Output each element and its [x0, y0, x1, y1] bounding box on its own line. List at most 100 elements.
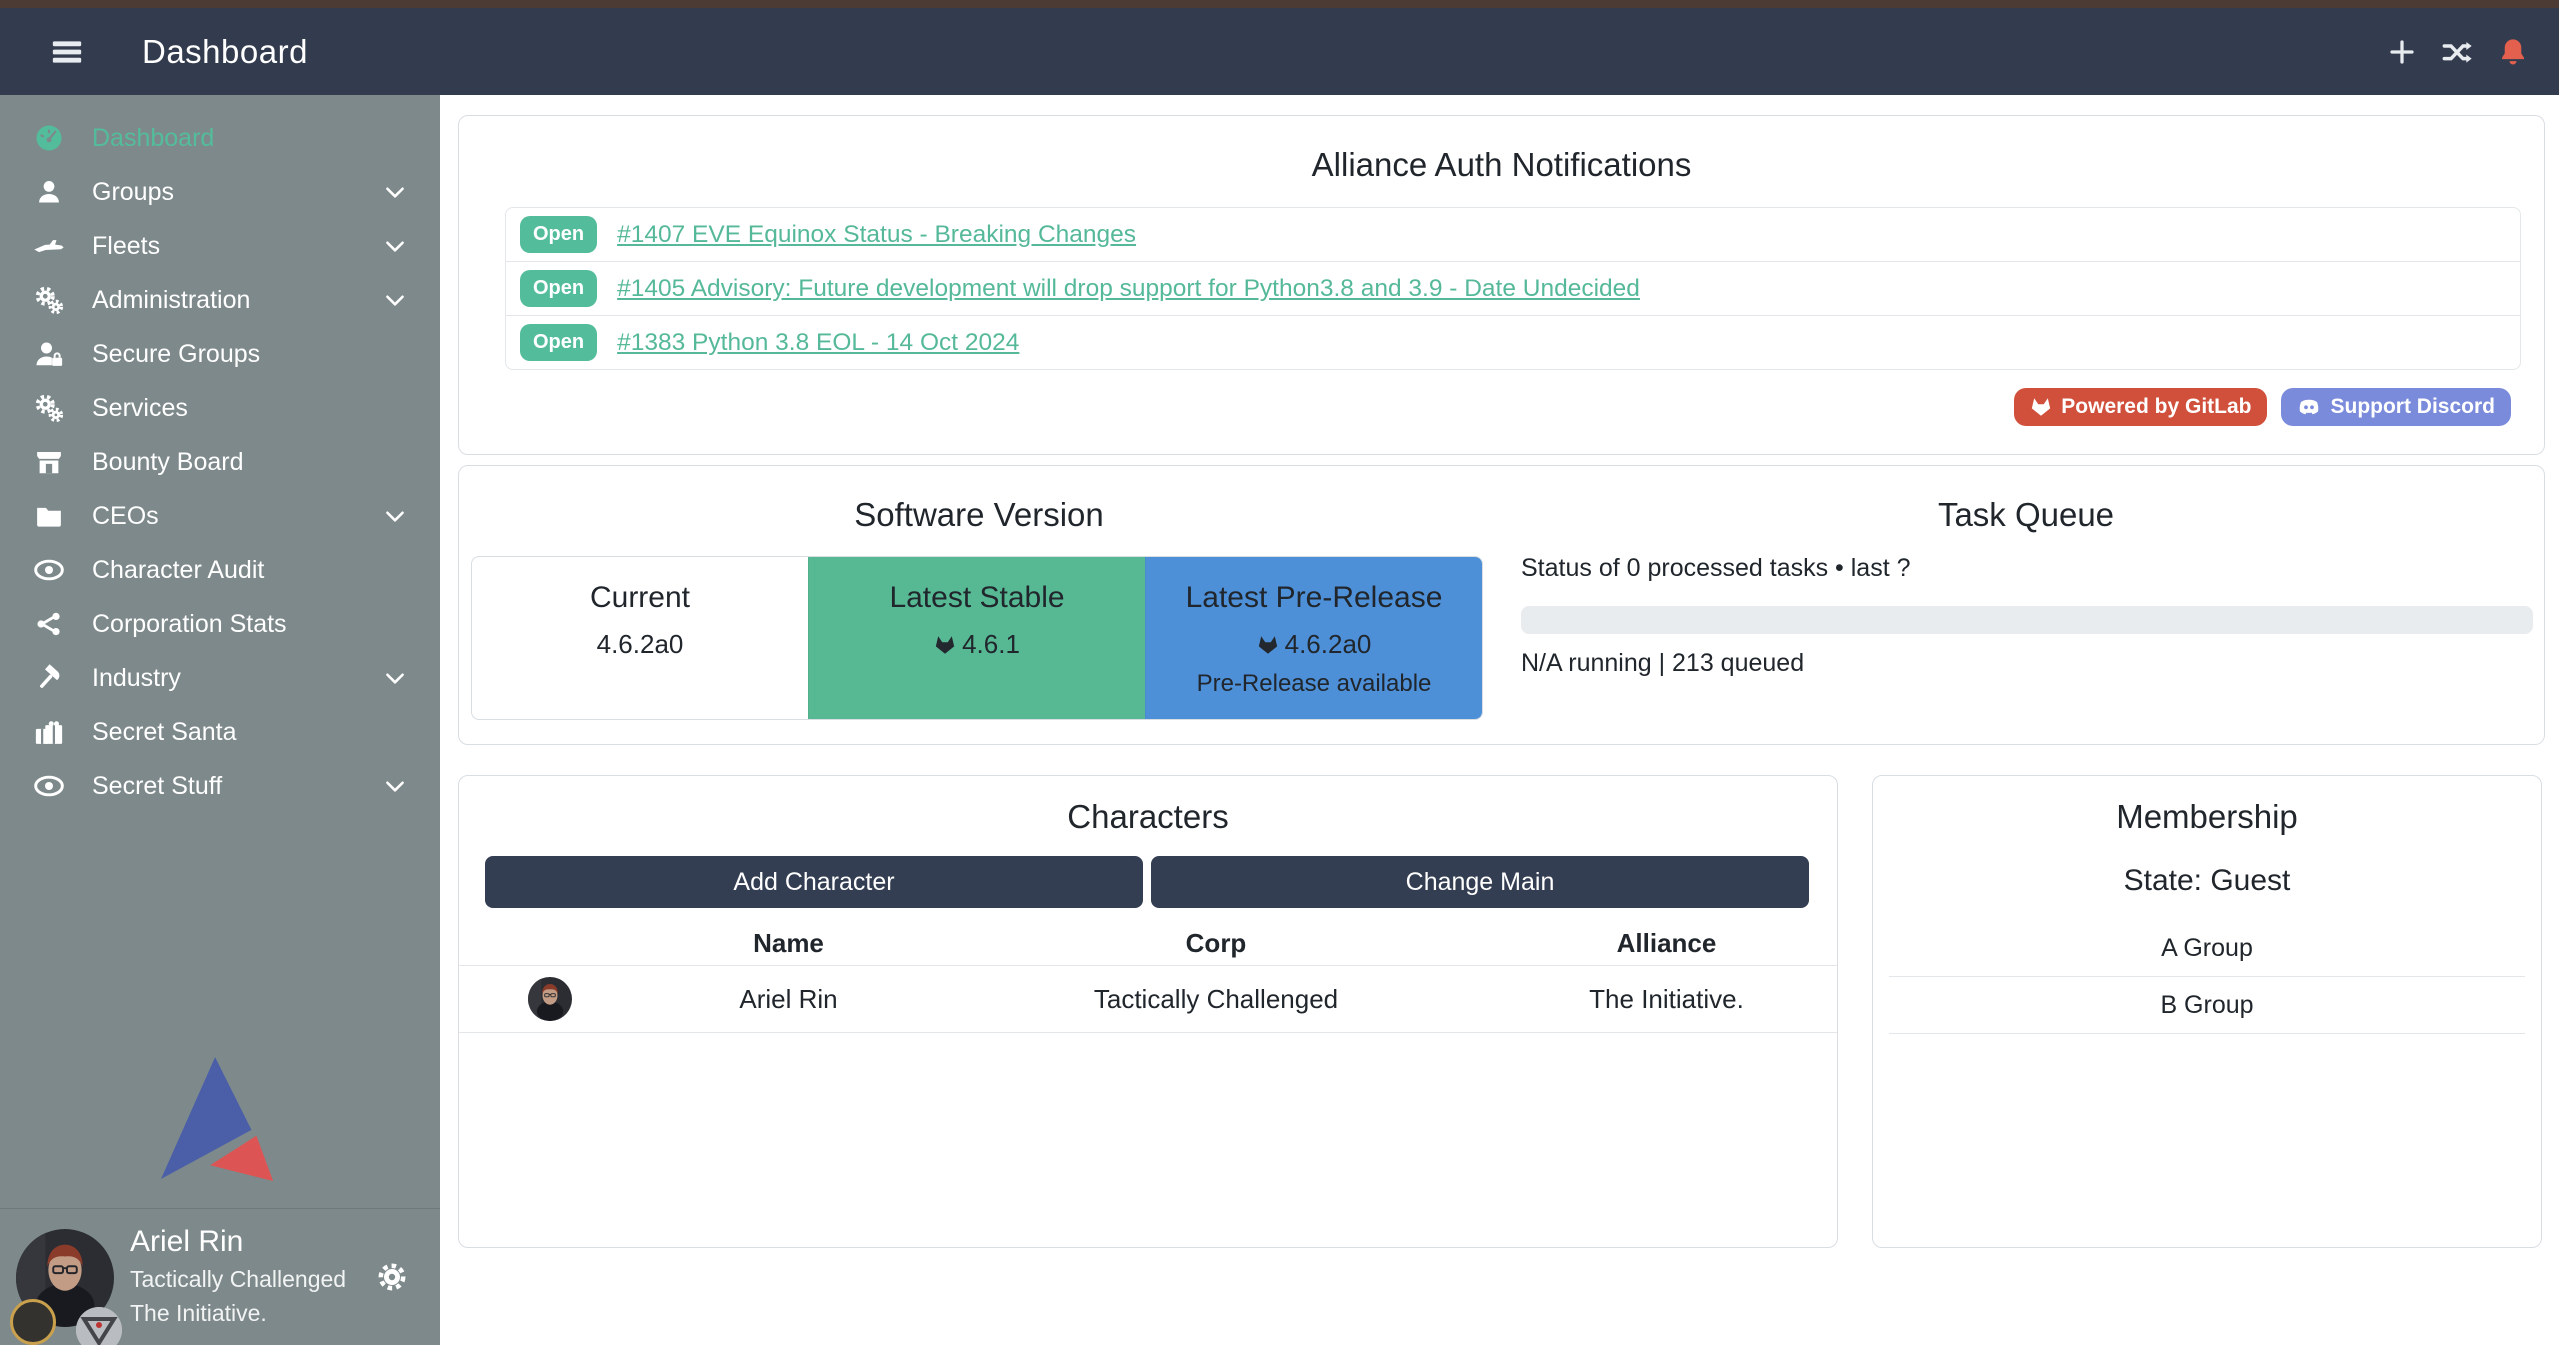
membership-title: Membership: [1873, 798, 2541, 836]
status-badge: Open: [520, 216, 597, 253]
add-icon[interactable]: [2387, 37, 2417, 67]
membership-state: State: Guest: [1873, 864, 2541, 898]
character-row-portrait: [528, 977, 572, 1021]
sidebar-item-secure-groups[interactable]: Secure Groups: [0, 327, 440, 381]
chevron-down-icon: [382, 179, 408, 205]
folder-icon: [30, 501, 68, 531]
alliance-logo: [76, 1307, 122, 1345]
notification-link[interactable]: #1405 Advisory: Future development will …: [617, 275, 1640, 303]
sidebar-item-bounty-board[interactable]: Bounty Board: [0, 435, 440, 489]
gitlab-badge-label: Powered by GitLab: [2061, 395, 2251, 419]
user-panel[interactable]: Ariel Rin Tactically Challenged The Init…: [0, 1208, 440, 1345]
user-corp: Tactically Challenged: [130, 1266, 346, 1293]
characters-title: Characters: [459, 798, 1837, 836]
status-badge: Open: [520, 324, 597, 361]
sidebar-item-groups[interactable]: Groups: [0, 165, 440, 219]
cell-character-corp: Tactically Challenged: [936, 984, 1496, 1015]
alliance-auth-logo: [0, 1057, 440, 1185]
notification-link[interactable]: #1407 EVE Equinox Status - Breaking Chan…: [617, 221, 1136, 249]
cogs-icon: [30, 285, 68, 315]
discord-badge[interactable]: Support Discord: [2281, 388, 2511, 426]
user-name: Ariel Rin: [130, 1225, 346, 1259]
notification-row: Open #1383 Python 3.8 EOL - 14 Oct 2024: [505, 315, 2521, 370]
alliance-auth-notifications-panel: Alliance Auth Notifications Open #1407 E…: [458, 115, 2545, 455]
notification-link[interactable]: #1383 Python 3.8 EOL - 14 Oct 2024: [617, 329, 1019, 357]
discord-icon: [2297, 395, 2321, 419]
version-cell-current: Current 4.6.2a0: [472, 557, 808, 719]
sidebar: Dashboard Groups Fleets Administration S…: [0, 95, 440, 1345]
gitlab-fox-icon: [2030, 396, 2052, 418]
sidebar-item-label: Corporation Stats: [92, 610, 287, 639]
membership-panel: Membership State: Guest A Group B Group: [1872, 775, 2542, 1248]
version-table: Current 4.6.2a0 Latest Stable 4.6.1 Late…: [471, 556, 1483, 720]
sidebar-item-label: Secret Stuff: [92, 772, 222, 801]
characters-table-header: Name Corp Alliance: [459, 921, 1837, 966]
sidebar-item-secret-stuff[interactable]: Secret Stuff: [0, 759, 440, 813]
sidebar-item-ceos[interactable]: CEOs: [0, 489, 440, 543]
version-cell-latest-prerelease: Latest Pre-Release 4.6.2a0 Pre-Release a…: [1145, 557, 1482, 719]
user-avatar: [14, 1229, 118, 1345]
sidebar-item-label: Services: [92, 394, 188, 423]
cell-character-name: Ariel Rin: [641, 984, 936, 1015]
characters-actions: Add Character Change Main: [485, 856, 1809, 908]
gitlab-fox-icon: [934, 634, 956, 656]
sidebar-item-label: Fleets: [92, 232, 160, 261]
gitlab-badge[interactable]: Powered by GitLab: [2014, 388, 2267, 426]
sidebar-item-administration[interactable]: Administration: [0, 273, 440, 327]
user-settings-gear-icon[interactable]: [376, 1261, 408, 1293]
sidebar-item-industry[interactable]: Industry: [0, 651, 440, 705]
header-alliance: Alliance: [1496, 928, 1837, 959]
navbar-actions: [2387, 36, 2529, 68]
task-queue-progress-bar: [1521, 606, 2533, 634]
header-corp: Corp: [936, 928, 1496, 959]
sidebar-item-corporation-stats[interactable]: Corporation Stats: [0, 597, 440, 651]
share-icon: [30, 610, 68, 638]
footer-badges: Powered by GitLab Support Discord: [2014, 388, 2511, 426]
version-cell-label: Latest Stable: [809, 581, 1145, 615]
gitlab-fox-icon: [1257, 634, 1279, 656]
sidebar-item-secret-santa[interactable]: Secret Santa: [0, 705, 440, 759]
eye-icon: [30, 554, 68, 586]
sidebar-item-label: Secret Santa: [92, 718, 237, 747]
sidebar-item-label: Groups: [92, 178, 174, 207]
table-row: Ariel Rin Tactically Challenged The Init…: [459, 966, 1837, 1033]
task-queue-section: Task Queue Status of 0 processed tasks •…: [1506, 466, 2546, 534]
characters-table: Name Corp Alliance Ariel Rin Tactically …: [459, 921, 1837, 1033]
list-item: A Group: [1889, 920, 2525, 977]
header-name: Name: [641, 928, 936, 959]
chevron-down-icon: [382, 287, 408, 313]
version-cell-label: Current: [472, 581, 808, 615]
add-character-button[interactable]: Add Character: [485, 856, 1143, 908]
version-value: 4.6.2a0: [1285, 629, 1372, 660]
change-main-button[interactable]: Change Main: [1151, 856, 1809, 908]
notifications-bell-icon[interactable]: [2497, 36, 2529, 68]
sidebar-nav: Dashboard Groups Fleets Administration S…: [0, 95, 440, 813]
sidebar-item-dashboard[interactable]: Dashboard: [0, 111, 440, 165]
gifts-icon: [30, 717, 68, 747]
user-lock-icon: [30, 339, 68, 369]
sidebar-item-fleets[interactable]: Fleets: [0, 219, 440, 273]
gauge-icon: [30, 123, 68, 153]
notification-row: Open #1405 Advisory: Future development …: [505, 261, 2521, 316]
jet-icon: [30, 230, 68, 262]
version-value: 4.6.2a0: [597, 629, 684, 660]
task-queue-title: Task Queue: [1506, 496, 2546, 534]
prerelease-note: Pre-Release available: [1146, 670, 1482, 698]
top-navbar: Dashboard: [0, 8, 2559, 95]
store-icon: [30, 447, 68, 477]
shuffle-icon[interactable]: [2441, 36, 2473, 68]
notification-row: Open #1407 EVE Equinox Status - Breaking…: [505, 207, 2521, 262]
sidebar-item-label: Industry: [92, 664, 181, 693]
menu-toggle-icon[interactable]: [50, 35, 84, 69]
cell-character-alliance: The Initiative.: [1496, 984, 1837, 1015]
cogs-icon: [30, 393, 68, 423]
sidebar-item-label: CEOs: [92, 502, 159, 531]
sidebar-item-services[interactable]: Services: [0, 381, 440, 435]
characters-panel: Characters Add Character Change Main Nam…: [458, 775, 1838, 1248]
sidebar-item-character-audit[interactable]: Character Audit: [0, 543, 440, 597]
user-meta: Ariel Rin Tactically Challenged The Init…: [130, 1225, 346, 1327]
version-cell-label: Latest Pre-Release: [1146, 581, 1482, 615]
chevron-down-icon: [382, 233, 408, 259]
eye-icon: [30, 770, 68, 802]
user-icon: [30, 178, 68, 206]
